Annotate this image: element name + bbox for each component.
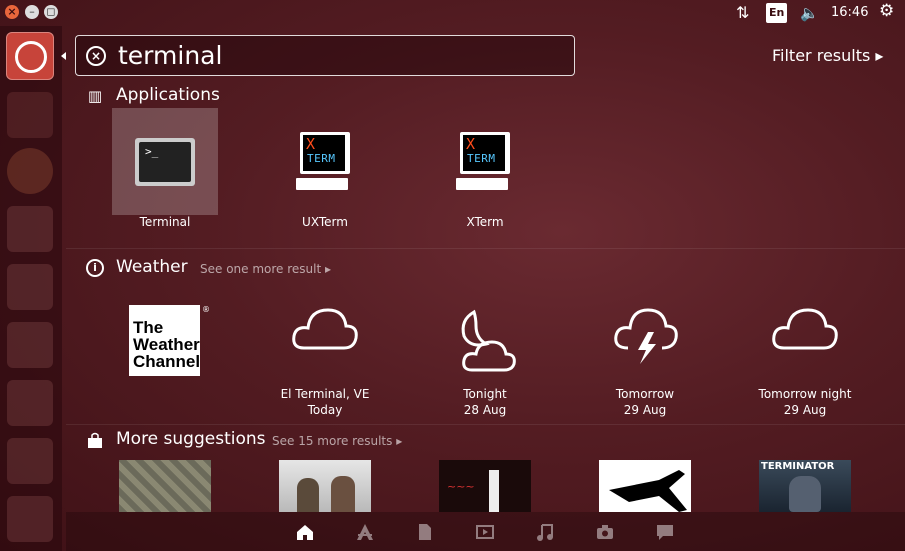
weather-title: Weather [116, 257, 188, 277]
weather-line2: 28 Aug [463, 403, 507, 417]
cloud-icon [772, 308, 838, 350]
impress-icon[interactable] [7, 322, 53, 368]
logo-text: The Weather Channel [133, 318, 201, 371]
weather-line1: Tomorrow [615, 387, 675, 401]
dash-home-button[interactable] [6, 32, 54, 80]
files-icon[interactable] [415, 522, 435, 542]
see-more-link[interactable]: See 15 more results ▸ [272, 434, 402, 448]
launcher [0, 26, 62, 551]
applications-title: Applications [116, 85, 220, 105]
registered-mark: ® [202, 305, 210, 314]
minimize-window-icon[interactable]: – [25, 5, 39, 19]
weather-line1: El Terminal, VE [280, 387, 370, 401]
software-center-icon[interactable] [7, 380, 53, 426]
calc-icon[interactable] [7, 264, 53, 310]
result-terminal[interactable]: >_ Terminal [112, 108, 218, 229]
network-icon[interactable]: ⇅ [736, 4, 749, 22]
xterm-icon: X TERM [456, 132, 516, 196]
result-label: Terminal [139, 215, 191, 229]
result-uxterm[interactable]: X TERM UXTerm [272, 108, 378, 229]
photos-icon[interactable] [595, 522, 615, 542]
terminal-prompt: >_ [139, 142, 191, 182]
weather-line2: Today [307, 403, 343, 417]
suggestions-title: More suggestions [116, 429, 266, 449]
search-bar[interactable]: × terminal [75, 35, 575, 76]
applications-category-icon: ▥ [87, 87, 103, 105]
info-icon: i [86, 259, 104, 277]
result-xterm[interactable]: X TERM XTerm [432, 108, 538, 229]
lens-bar [66, 512, 905, 551]
suggestion-thumbnail[interactable] [119, 460, 211, 512]
filter-results-button[interactable]: Filter results ▸ [772, 46, 883, 65]
weather-result-today[interactable]: El Terminal, VE Today [265, 290, 385, 425]
weather-result-tomorrow-night[interactable]: Tomorrow night 29 Aug [745, 290, 865, 425]
clock[interactable]: 16:46 [831, 4, 868, 22]
ubuntu-logo-icon [15, 41, 47, 73]
result-label: XTerm [466, 215, 504, 229]
session-gear-icon[interactable]: ⚙ [879, 2, 894, 20]
search-input[interactable]: terminal [118, 41, 222, 71]
weather-line1: Tomorrow night [758, 387, 852, 401]
maximize-window-icon[interactable]: ◻ [44, 5, 58, 19]
weather-result-tomorrow[interactable]: Tomorrow 29 Aug [585, 290, 705, 425]
amazon-icon[interactable] [7, 438, 53, 484]
terminal-icon: >_ [135, 138, 195, 186]
thumbnail-text: TERMINATOR [761, 461, 835, 472]
suggestion-thumbnail[interactable]: ~~~ [439, 460, 531, 512]
weather-result-tonight[interactable]: Tonight 28 Aug [425, 290, 545, 425]
weather-channel-logo[interactable]: The Weather Channel [129, 305, 200, 376]
shopping-bag-icon [86, 431, 104, 449]
moon-cloud-icon [461, 309, 516, 372]
home-icon[interactable] [295, 522, 315, 542]
xterm-icon: X TERM [296, 132, 356, 196]
result-label: UXTerm [302, 215, 348, 229]
social-icon[interactable] [655, 522, 675, 542]
suggestion-thumbnail[interactable] [599, 460, 691, 512]
suggestion-thumbnail[interactable]: TERMINATOR [759, 460, 851, 512]
thunderstorm-icon [614, 308, 678, 364]
music-icon[interactable] [535, 522, 555, 542]
weather-line1: Tonight [463, 387, 507, 401]
keyboard-layout-indicator[interactable]: En [766, 3, 788, 23]
top-panel: × – ◻ ⇅ En 🔈 16:46 ⚙ [0, 0, 905, 26]
firefox-icon[interactable] [7, 148, 53, 194]
more-icon[interactable] [7, 496, 53, 542]
video-icon[interactable] [475, 522, 495, 542]
weather-line2: 29 Aug [623, 403, 667, 417]
close-window-icon[interactable]: × [5, 5, 19, 19]
active-arrow-icon [61, 52, 66, 60]
suggestion-thumbnail[interactable] [279, 460, 371, 512]
clear-search-icon[interactable]: × [86, 46, 106, 66]
divider [66, 248, 905, 249]
weather-line2: 29 Aug [783, 403, 827, 417]
files-icon[interactable] [7, 92, 53, 138]
divider [66, 424, 905, 425]
cloud-icon [292, 308, 358, 350]
volume-icon[interactable]: 🔈 [800, 4, 819, 22]
see-more-link[interactable]: See one more result ▸ [200, 262, 331, 276]
apps-icon[interactable] [355, 522, 375, 542]
writer-icon[interactable] [7, 206, 53, 252]
